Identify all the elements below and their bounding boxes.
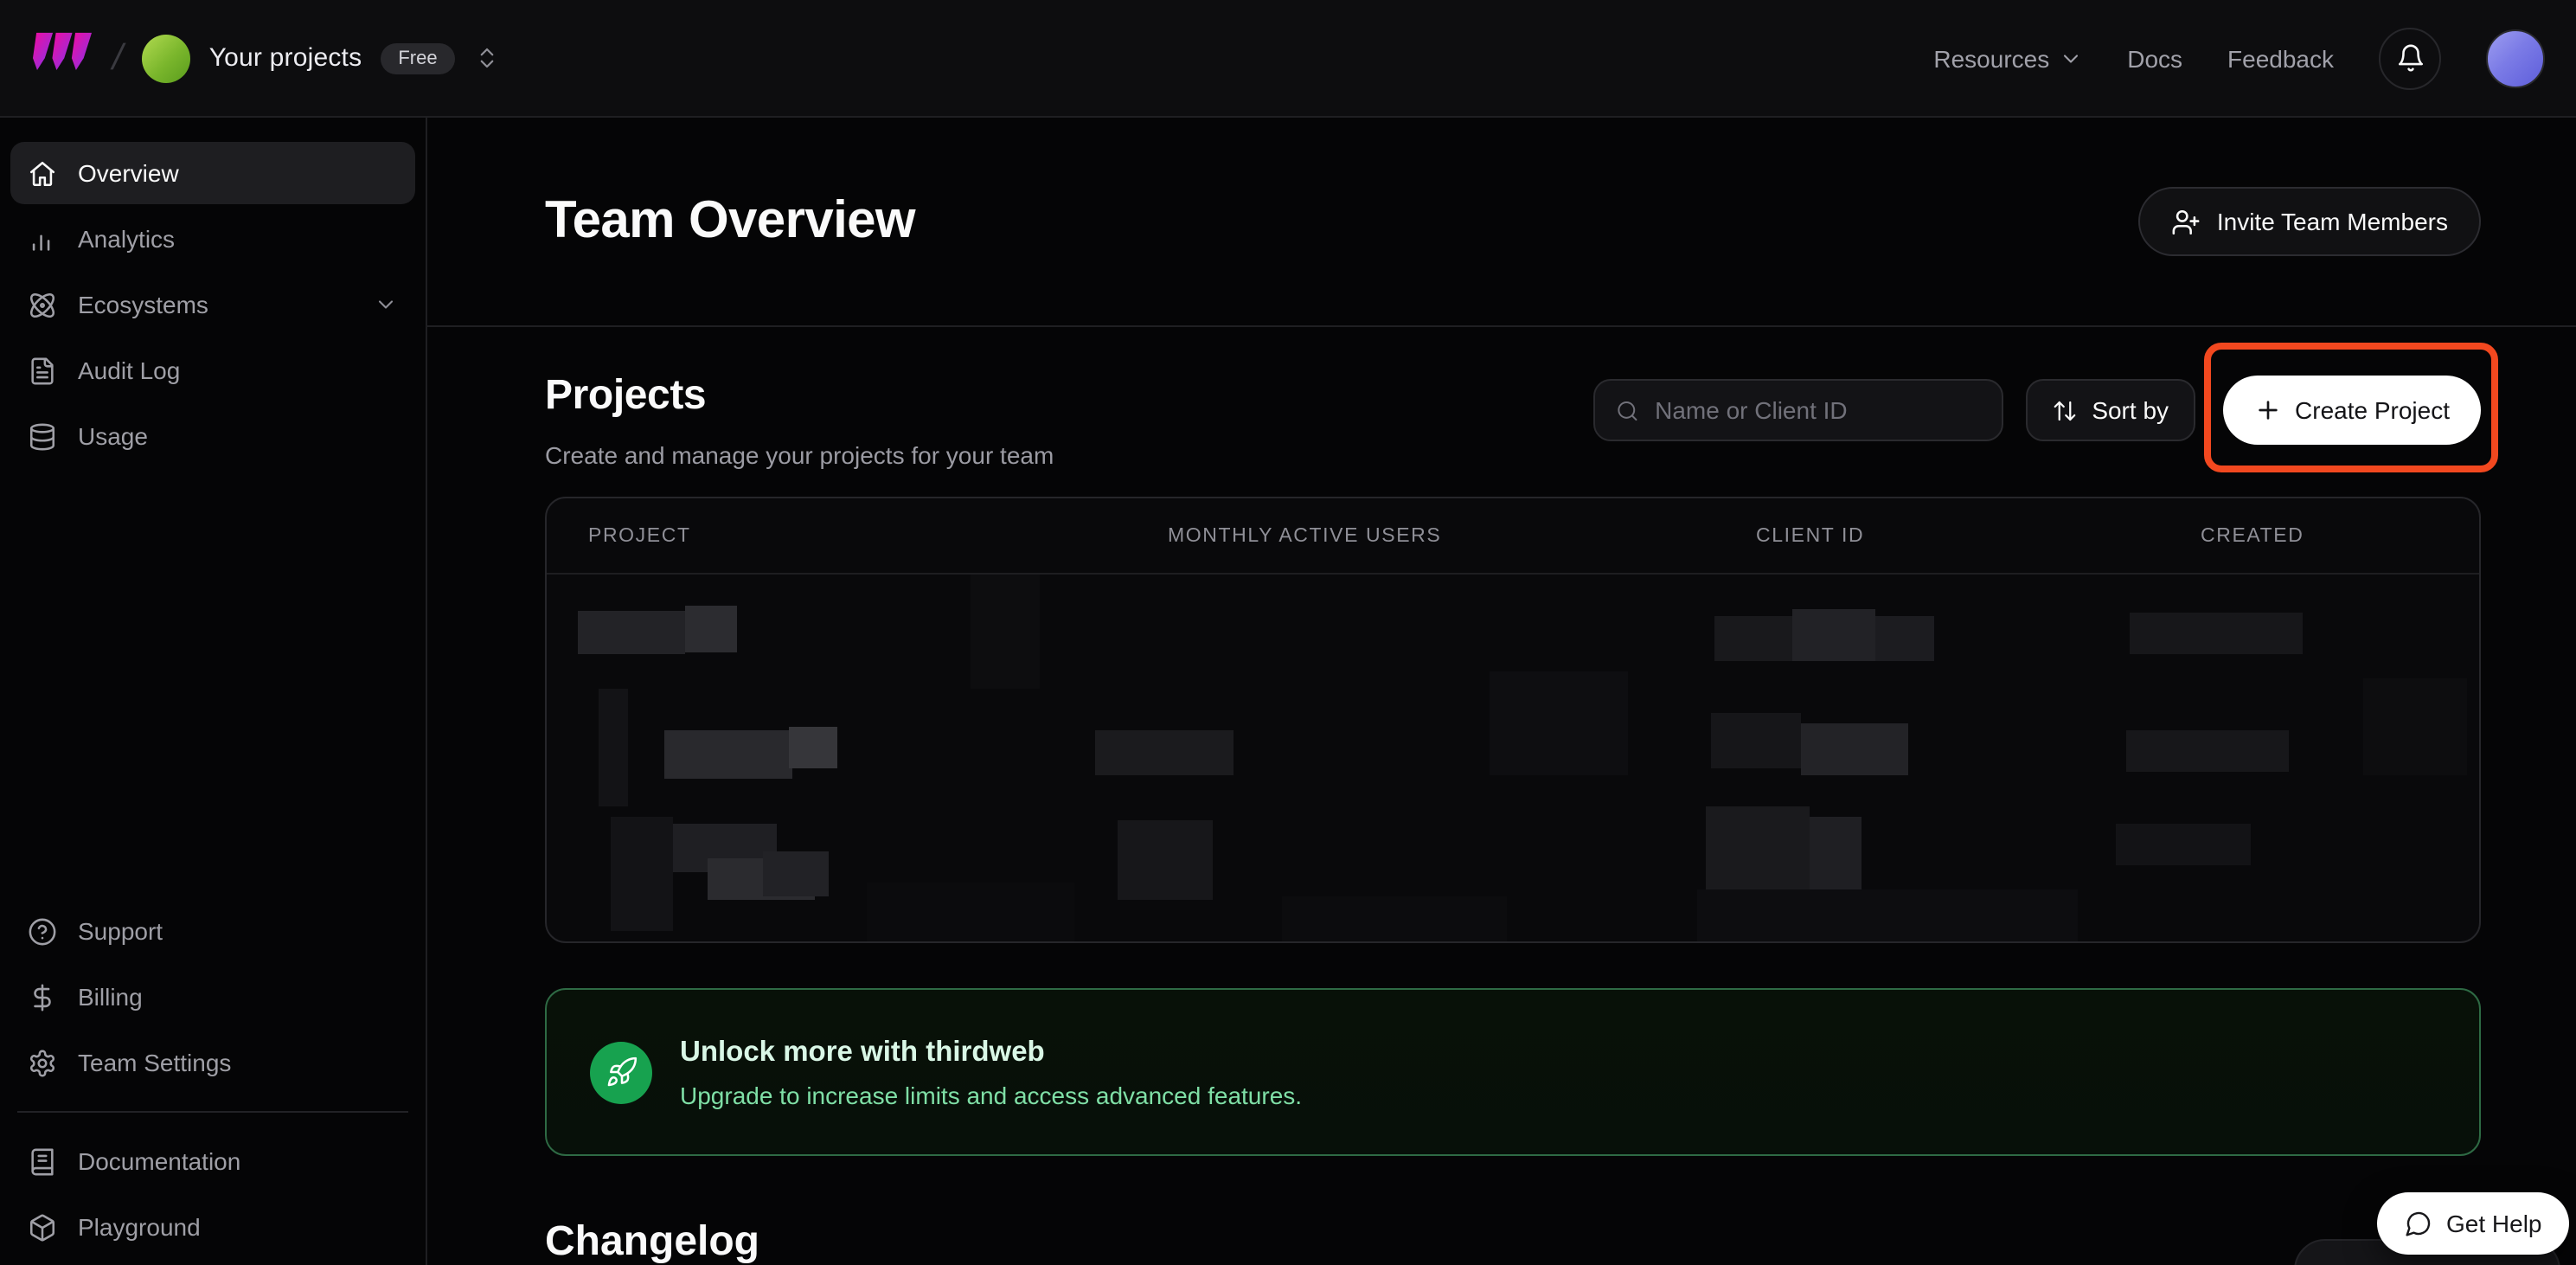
- plan-badge: Free: [381, 42, 454, 74]
- page-header: Team Overview Invite Team Members: [427, 118, 2576, 327]
- sidebar-item-usage[interactable]: Usage: [10, 405, 415, 467]
- column-client-id: CLIENT ID: [1756, 525, 2201, 546]
- topbar: / Your projects Free Resources Docs Feed…: [0, 0, 2576, 118]
- user-avatar[interactable]: [2486, 29, 2545, 87]
- notifications-button[interactable]: [2379, 27, 2441, 89]
- bell-icon: [2395, 43, 2425, 73]
- breadcrumb-separator: /: [108, 37, 127, 79]
- nav-feedback[interactable]: Feedback: [2227, 44, 2334, 72]
- main-content: Team Overview Invite Team Members Projec…: [427, 118, 2576, 1265]
- sidebar-item-billing[interactable]: Billing: [10, 966, 415, 1028]
- sidebar-item-audit-log[interactable]: Audit Log: [10, 339, 415, 401]
- dollar-icon: [28, 982, 57, 1011]
- gear-icon: [28, 1048, 57, 1077]
- banner-title: Unlock more with thirdweb: [680, 1036, 1302, 1069]
- projects-table-header: PROJECT MONTHLY ACTIVE USERS CLIENT ID C…: [547, 498, 2479, 575]
- projects-toolbar: Projects Create and manage your projects…: [545, 372, 2481, 469]
- changelog-title: Changelog: [545, 1218, 2481, 1265]
- sidebar-item-team-settings[interactable]: Team Settings: [10, 1031, 415, 1094]
- sidebar-item-overview[interactable]: Overview: [10, 142, 415, 204]
- invite-team-members-button[interactable]: Invite Team Members: [2139, 187, 2481, 256]
- thirdweb-dashboard: / Your projects Free Resources Docs Feed…: [0, 0, 2576, 1265]
- sidebar-item-documentation[interactable]: Documentation: [10, 1130, 415, 1192]
- page-title: Team Overview: [545, 192, 915, 251]
- box-icon: [28, 1212, 57, 1242]
- help-circle-icon: [28, 916, 57, 946]
- book-icon: [28, 1146, 57, 1176]
- sidebar-divider: [17, 1111, 408, 1113]
- thirdweb-logo-icon[interactable]: [28, 31, 93, 85]
- chat-bubble-icon: [2405, 1210, 2432, 1237]
- user-plus-icon: [2172, 207, 2201, 236]
- projects-table-redacted-rows[interactable]: [547, 575, 2479, 941]
- search-input[interactable]: [1655, 396, 1981, 424]
- file-text-icon: [28, 356, 57, 385]
- chevron-down-icon: [374, 292, 398, 317]
- sidebar-item-playground[interactable]: Playground: [10, 1196, 415, 1258]
- sidebar-item-support[interactable]: Support: [10, 900, 415, 962]
- sidebar: Overview Analytics Ecosystems Audit Log: [0, 118, 427, 1265]
- projects-table: PROJECT MONTHLY ACTIVE USERS CLIENT ID C…: [545, 497, 2481, 943]
- breadcrumb-team-name[interactable]: Your projects: [209, 43, 362, 73]
- nav-docs[interactable]: Docs: [2127, 44, 2182, 72]
- chevron-down-icon: [2058, 46, 2082, 70]
- get-help-button[interactable]: Get Help: [2377, 1192, 2570, 1255]
- bar-chart-icon: [28, 224, 57, 254]
- upsell-banner[interactable]: Unlock more with thirdweb Upgrade to inc…: [545, 988, 2481, 1156]
- database-icon: [28, 421, 57, 451]
- sidebar-item-analytics[interactable]: Analytics: [10, 208, 415, 270]
- projects-subtitle: Create and manage your projects for your…: [545, 441, 1054, 469]
- column-monthly-active-users: MONTHLY ACTIVE USERS: [1168, 525, 1756, 546]
- banner-subtitle: Upgrade to increase limits and access ad…: [680, 1081, 1302, 1108]
- search-icon: [1616, 397, 1639, 423]
- sidebar-item-ecosystems[interactable]: Ecosystems: [10, 273, 415, 336]
- team-switcher-icon[interactable]: [474, 45, 500, 71]
- column-project: PROJECT: [588, 525, 1168, 546]
- atom-icon: [28, 290, 57, 319]
- projects-title: Projects: [545, 372, 1054, 421]
- project-search-field[interactable]: [1593, 379, 2003, 441]
- column-created: CREATED: [2201, 525, 2479, 546]
- rocket-icon: [590, 1041, 652, 1103]
- home-icon: [28, 158, 57, 188]
- plus-icon: [2253, 396, 2281, 424]
- arrow-up-down-icon: [2052, 397, 2078, 423]
- nav-resources[interactable]: Resources: [1933, 44, 2082, 72]
- team-avatar[interactable]: [142, 34, 190, 82]
- create-project-button[interactable]: Create Project: [2222, 376, 2481, 445]
- sort-by-button[interactable]: Sort by: [2026, 379, 2195, 441]
